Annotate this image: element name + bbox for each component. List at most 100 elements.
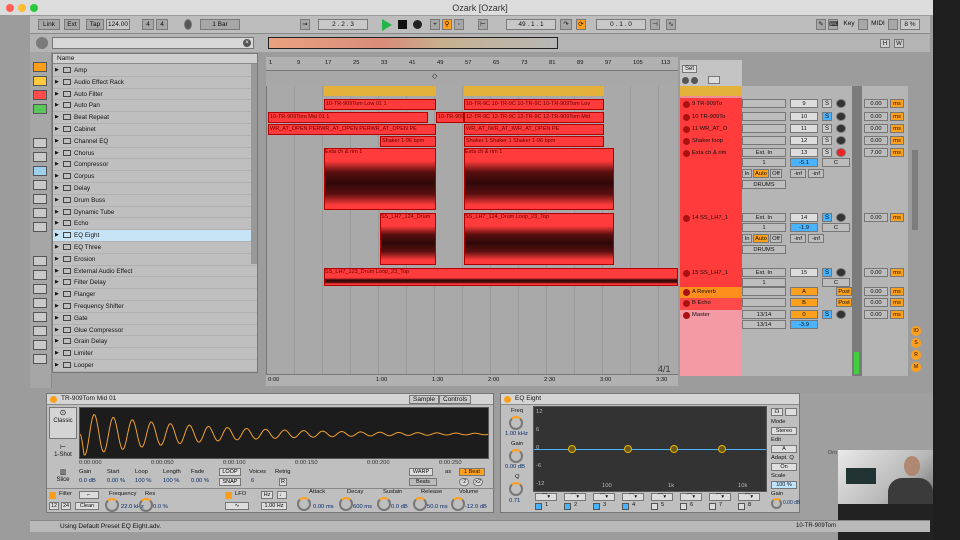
browser-item[interactable]: ▶ Auto Pan [53,100,257,113]
expand-arrow-icon[interactable]: ▶ [55,159,59,171]
res-value[interactable]: 0.0 % [153,504,168,510]
volume-knob[interactable] [451,497,465,511]
sustain-knob[interactable] [377,497,391,511]
release-knob[interactable] [413,497,427,511]
track-number[interactable]: 9 [790,99,818,108]
ms-toggle[interactable]: ms [890,124,904,133]
loop-length-field[interactable]: 0 . 1 . 0 [596,19,646,30]
current-project-icon[interactable] [33,284,47,294]
clip-ss-lh7-c[interactable]: SS_LH7_123_Drum Loop_23_Top [324,268,678,286]
mode-menu[interactable]: Stereo [771,427,797,435]
decay-knob[interactable] [339,497,353,511]
browser-item[interactable]: ▶ Erosion [53,254,257,266]
expand-arrow-icon[interactable]: ▶ [55,348,59,360]
device-power-icon[interactable] [50,396,57,403]
ms-toggle[interactable]: ms [890,136,904,145]
track-volume[interactable]: 0.00 [864,136,888,145]
band-filter-type[interactable]: ⌒▾ [709,493,731,501]
right-scroll[interactable]: IO S R M [908,86,924,376]
master-out-menu[interactable]: 13/14 [742,320,786,329]
arm-button[interactable] [836,124,846,133]
prev-icon[interactable] [682,77,689,84]
filter-circuit-menu[interactable]: Clean [75,502,99,510]
freq-value[interactable]: 1.00 kHz [505,431,528,437]
q-value[interactable]: 0.71 [509,498,520,504]
band-filter-type[interactable]: ⌒▾ [622,493,644,501]
track-number[interactable]: A [790,287,818,296]
attack-knob[interactable] [297,497,311,511]
track-volume[interactable]: 0.00 [864,99,888,108]
volume-db[interactable]: -5.1 [790,158,818,167]
track-activator-icon[interactable] [683,270,690,277]
play-icon[interactable] [382,19,392,31]
browser-item[interactable]: ▶ Flanger [53,289,257,301]
expand-arrow-icon[interactable]: ▶ [55,124,59,136]
send-a-value[interactable]: -inf [790,169,806,178]
keyboard-icon[interactable]: ⌨ [828,19,838,30]
expand-arrow-icon[interactable]: ▶ [55,100,59,112]
band-toggle[interactable] [622,503,629,510]
track-activator-icon[interactable] [683,126,690,133]
pan-value[interactable]: C [822,278,850,287]
expand-arrow-icon[interactable]: ▶ [55,336,59,348]
routing-slot[interactable] [742,298,786,307]
double-button[interactable]: x2 [473,478,483,486]
pan-value[interactable]: C [822,223,850,232]
retrig-toggle[interactable]: R [279,478,287,486]
category-instruments-icon[interactable] [33,90,47,100]
ms-toggle[interactable]: ms [890,112,904,121]
browser-item[interactable]: ▶ Corpus [53,171,257,183]
frequency-knob[interactable] [105,498,119,512]
time-sig-denominator[interactable]: 4 [156,19,168,30]
post-toggle[interactable]: Post [836,298,852,307]
lfo-toggle[interactable] [225,492,232,499]
clip-ss-lh7-a[interactable]: SS_LH7_124_Drum [380,213,436,265]
track-volume[interactable]: 0.00 [864,112,888,121]
clip-tom-mid-c[interactable]: 12-TR-9C 12-TR-9C 12-TR-9C 12-TR-909Tom … [464,112,604,123]
expand-arrow-icon[interactable]: ▶ [55,195,59,207]
band-filter-type[interactable]: ⌒▾ [564,493,586,501]
category-drums-icon[interactable] [33,76,47,86]
controls-tab[interactable]: Controls [439,395,472,404]
expand-arrow-icon[interactable]: ▶ [55,112,59,124]
send-b-value[interactable]: -inf [808,169,824,178]
arm-button[interactable] [836,99,846,108]
expand-arrow-icon[interactable]: ▶ [55,289,59,301]
arm-button[interactable] [836,268,846,277]
group-header[interactable] [680,86,742,96]
expand-arrow-icon[interactable]: ▶ [55,171,59,183]
folder-5-icon[interactable] [33,354,47,364]
stop-icon[interactable] [398,20,407,29]
ms-toggle[interactable]: ms [890,298,904,307]
time-sig-numerator[interactable]: 4 [142,19,154,30]
solo-button[interactable]: S [822,99,832,108]
punch-out-icon[interactable]: ⊣ [650,19,660,30]
browser-item[interactable]: ▶ Glue Compressor [53,325,257,337]
arm-button[interactable] [836,136,846,145]
eq-band-handle[interactable] [718,445,726,453]
browser-item[interactable]: ▶ Compressor [53,159,257,172]
clip-lane-top[interactable] [324,86,436,96]
send-b-value[interactable]: -inf [808,234,824,243]
browser-item[interactable]: ▶ Chorus [53,148,257,160]
browser-item[interactable]: ▶ Channel EQ [53,136,257,148]
expand-arrow-icon[interactable]: ▶ [55,301,59,313]
voices-value[interactable]: 6 [251,478,254,484]
track-header[interactable]: 14 SS_LH7_1 [680,213,742,224]
track-number[interactable]: B [790,298,818,307]
track-number[interactable]: 15 [790,268,818,277]
clip-ss-lh7-b[interactable]: SS_LH7_124_Drum Loop_23_Top [464,213,614,265]
lfo-rate[interactable]: 1.00 Hz [261,502,287,510]
filter-toggle[interactable] [49,492,56,499]
band-toggle[interactable] [651,503,658,510]
volume-value[interactable]: -12.0 dB [465,504,487,510]
browser-item[interactable]: ▶ External Audio Effect [53,266,257,278]
monitor-auto[interactable]: Auto [753,234,769,243]
sustain-value[interactable]: 0.0 dB [391,504,408,510]
loop-start-field[interactable]: 49 . 1 . 1 [506,19,556,30]
input-type-menu[interactable]: Ext. In [742,268,786,277]
solo-button[interactable]: S [822,136,832,145]
mode-classic[interactable]: ⊙ Classic [49,407,77,439]
warp-mode[interactable]: Beats [409,478,437,486]
category-sounds-icon[interactable] [33,62,47,72]
